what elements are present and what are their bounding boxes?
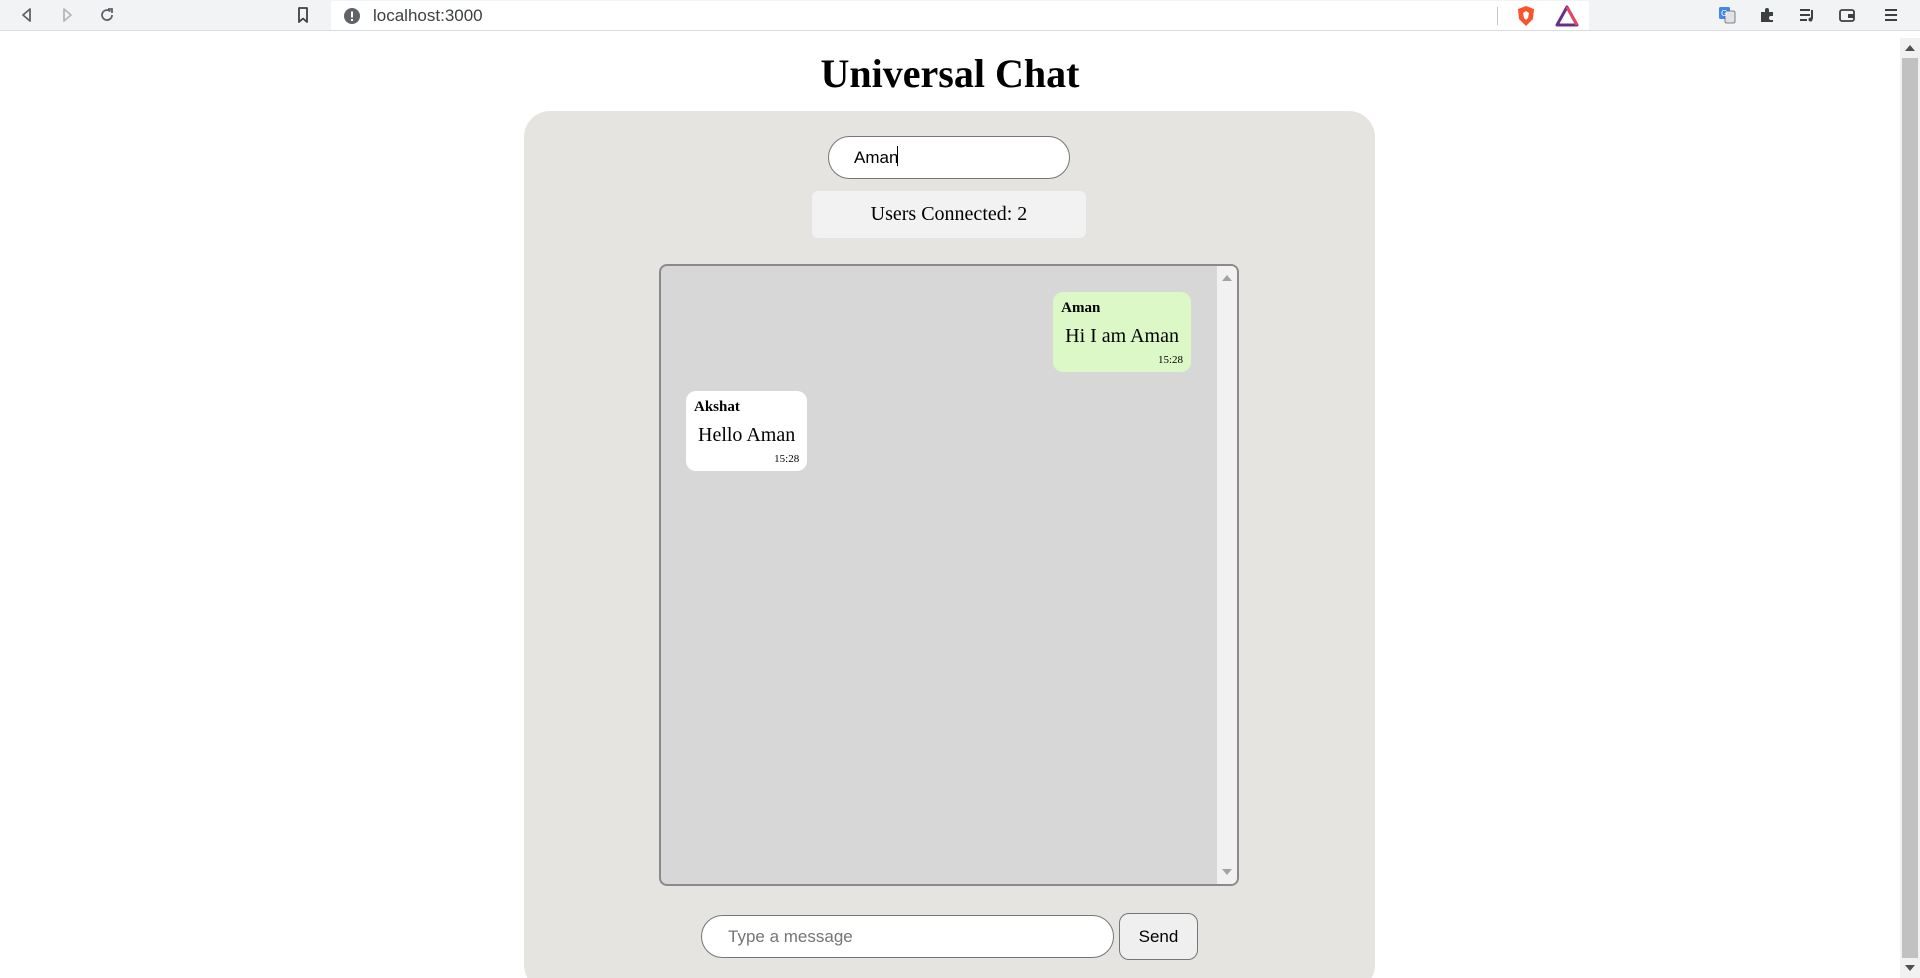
message-bubble-received: Akshat Hello Aman 15:28 (686, 391, 808, 471)
message-time: 15:28 (1157, 354, 1183, 366)
forward-icon[interactable] (54, 2, 80, 28)
brave-rewards-icon[interactable] (1555, 5, 1579, 27)
scroll-down-icon[interactable] (1222, 869, 1232, 875)
message-text: Hello Aman (698, 424, 796, 446)
message-sender: Aman (1061, 300, 1101, 316)
browser-toolbar: localhost:3000 G (0, 0, 1920, 31)
text-caret (897, 146, 898, 166)
message-sender: Akshat (694, 399, 740, 415)
messages-scrollbar[interactable] (1217, 266, 1237, 884)
svg-text:G: G (1721, 9, 1727, 18)
scroll-up-icon[interactable] (1905, 45, 1915, 51)
message-input[interactable] (701, 915, 1114, 958)
message-text: Hi I am Aman (1065, 325, 1179, 347)
messages-container[interactable]: Aman Hi I am Aman 15:28 Akshat Hello Ama… (659, 264, 1239, 886)
reload-icon[interactable] (94, 2, 120, 28)
extensions-icon[interactable] (1754, 2, 1780, 28)
wallet-icon[interactable] (1834, 2, 1860, 28)
scroll-up-icon[interactable] (1222, 275, 1232, 281)
send-button[interactable]: Send (1119, 913, 1198, 960)
bookmark-icon[interactable] (290, 2, 316, 28)
brave-shield-icon[interactable] (1515, 5, 1537, 27)
url-text: localhost:3000 (373, 6, 483, 25)
message-bubble-sent: Aman Hi I am Aman 15:28 (1053, 292, 1191, 372)
name-input[interactable] (828, 136, 1070, 179)
page-title: Universal Chat (820, 51, 1080, 96)
menu-icon[interactable] (1878, 2, 1904, 28)
scrollbar-thumb[interactable] (1902, 58, 1918, 958)
address-bar[interactable]: localhost:3000 (331, 1, 1589, 30)
translate-icon[interactable]: G (1714, 2, 1740, 28)
site-info-icon[interactable] (344, 8, 360, 24)
message-time: 15:28 (774, 453, 800, 465)
media-icon[interactable] (1794, 2, 1820, 28)
users-connected-badge: Users Connected: 2 (812, 191, 1086, 238)
page-scrollbar[interactable] (1900, 38, 1920, 978)
back-icon[interactable] (14, 2, 40, 28)
url-separator (1497, 7, 1498, 25)
scroll-down-icon[interactable] (1905, 965, 1915, 971)
